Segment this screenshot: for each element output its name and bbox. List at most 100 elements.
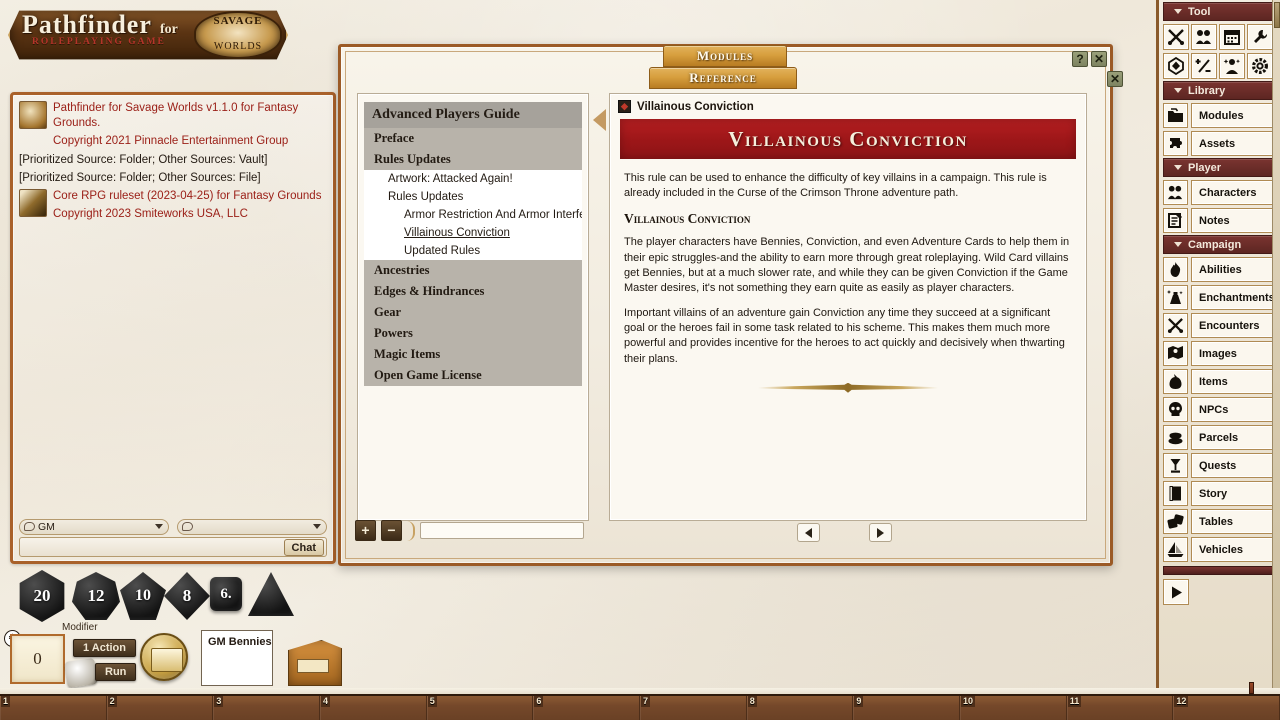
collapse-panel-arrow-icon[interactable] <box>593 109 606 131</box>
tree-item[interactable]: Gear <box>364 302 582 323</box>
sidebar-scrollbar[interactable] <box>1272 0 1280 694</box>
crate-icon[interactable] <box>288 640 342 686</box>
sidebar-item-quests[interactable]: Quests <box>1163 453 1274 478</box>
tab-reference[interactable]: Reference <box>649 67 797 89</box>
sidebar-item-enchantments[interactable]: Enchantments <box>1163 285 1276 310</box>
sidebar-item-label: Abilities <box>1191 257 1274 282</box>
chat-log[interactable]: Pathfinder for Savage Worlds v1.1.0 for … <box>19 101 327 505</box>
tree-item[interactable]: Powers <box>364 323 582 344</box>
run-button[interactable]: Run <box>95 663 137 681</box>
hotbar-slot-12[interactable]: 12 <box>1173 696 1280 720</box>
sidebar-group-label: Tool <box>1188 5 1211 18</box>
sidebar-item-encounters[interactable]: Encounters <box>1163 313 1274 338</box>
hotbar-slot-5[interactable]: 5 <box>427 696 534 720</box>
hotbar-slot-6[interactable]: 6 <box>533 696 641 720</box>
sidebar-group-label: Campaign <box>1188 238 1242 251</box>
hotbar-slot-2[interactable]: 2 <box>107 696 214 720</box>
plus-minus-icon[interactable] <box>1191 53 1217 79</box>
sidebar-item-label: Characters <box>1191 180 1274 205</box>
remove-button[interactable]: − <box>381 520 402 541</box>
sidebar-group-player[interactable]: Player <box>1163 158 1274 177</box>
sidebar-item-images[interactable]: Images <box>1163 341 1274 366</box>
sidebar-item-characters[interactable]: Characters <box>1163 180 1274 205</box>
sidebar-item-vehicles[interactable]: Vehicles <box>1163 537 1274 562</box>
die-d10[interactable]: 10 <box>120 572 166 620</box>
action-button[interactable]: 1 Action <box>73 639 136 657</box>
divider-flourish <box>758 382 938 393</box>
hotbar-slot-9[interactable]: 9 <box>853 696 961 720</box>
help-button[interactable]: ? <box>1072 51 1088 67</box>
tree-item[interactable]: Open Game License <box>364 365 582 386</box>
sidebar-item-assets[interactable]: Assets <box>1163 131 1274 156</box>
mini-dice-icon[interactable] <box>64 658 98 688</box>
book-icon <box>1163 481 1188 506</box>
sidebar-item-parcels[interactable]: Parcels <box>1163 425 1274 450</box>
hotbar-slot-10[interactable]: 10 <box>960 696 1067 720</box>
close-button-secondary[interactable]: ✕ <box>1107 71 1123 87</box>
chat-message-line: Pathfinder for Savage Worlds v1.1.0 for … <box>53 102 299 130</box>
chevron-down-icon <box>1174 88 1182 93</box>
footer-search-input[interactable] <box>420 522 584 539</box>
hotbar-slot-11[interactable]: 11 <box>1067 696 1174 720</box>
bennies-stack[interactable] <box>140 633 188 681</box>
sidebar-group-library[interactable]: Library <box>1163 81 1274 100</box>
hotbar-slot-number: 8 <box>747 696 757 707</box>
chat-input[interactable]: Chat <box>19 537 327 557</box>
party-icon <box>1163 180 1188 205</box>
tree-item[interactable]: Edges & Hindrances <box>364 281 582 302</box>
tree-item[interactable]: Armor Restriction And Armor Interferenc <box>364 206 582 224</box>
sidebar-item-story[interactable]: Story <box>1163 481 1274 506</box>
scrollbar-thumb[interactable] <box>1274 2 1280 28</box>
play-button[interactable] <box>1163 579 1189 605</box>
article-paragraph: The player characters have Bennies, Conv… <box>624 236 1070 294</box>
coins-icon <box>1163 425 1188 450</box>
die-d12[interactable]: 12 <box>72 572 120 620</box>
hotbar-slot-7[interactable]: 7 <box>640 696 747 720</box>
next-page-button[interactable] <box>869 523 892 542</box>
wrench-icon[interactable] <box>1247 24 1273 50</box>
tree-item[interactable]: Magic Items <box>364 344 582 365</box>
close-button[interactable]: ✕ <box>1091 51 1107 67</box>
tab-modules[interactable]: Modules <box>663 45 787 67</box>
tree-item[interactable]: Updated Rules <box>364 242 582 260</box>
identity-selector-secondary[interactable] <box>177 519 327 535</box>
party-icon[interactable] <box>1191 24 1217 50</box>
tree-item[interactable]: Rules Updates <box>364 149 582 170</box>
hotbar-slot-3[interactable]: 3 <box>213 696 321 720</box>
article-body: This rule can be used to enhance the dif… <box>610 159 1086 393</box>
chat-send-button[interactable]: Chat <box>283 539 324 556</box>
hotbar-slot-4[interactable]: 4 <box>320 696 427 720</box>
sidebar-item-tables[interactable]: Tables <box>1163 509 1274 534</box>
tree-item[interactable]: Villainous Conviction <box>364 224 582 242</box>
calendar-icon[interactable] <box>1219 24 1245 50</box>
gear-icon[interactable] <box>1247 53 1273 79</box>
sidebar-group-campaign[interactable]: Campaign <box>1163 235 1274 254</box>
tree-item[interactable]: Preface <box>364 128 582 149</box>
add-button[interactable]: + <box>355 520 376 541</box>
sidebar-item-label: Quests <box>1191 453 1274 478</box>
die-d6[interactable]: 6. <box>210 577 242 611</box>
sidebar-item-npcs[interactable]: NPCs <box>1163 397 1274 422</box>
crossed-swords-icon[interactable] <box>1163 24 1189 50</box>
previous-page-button[interactable] <box>797 523 820 542</box>
effects-icon[interactable] <box>1219 53 1245 79</box>
die-d20[interactable]: 20 <box>19 570 65 622</box>
sidebar-item-label: Modules <box>1191 103 1274 128</box>
modifier-value-box[interactable]: 0 <box>10 634 65 684</box>
polyhedral-die-icon[interactable] <box>1163 53 1189 79</box>
identity-selector-gm[interactable]: GM <box>19 519 169 535</box>
sidebar-item-notes[interactable]: Notes <box>1163 208 1274 233</box>
die-d4[interactable] <box>248 572 294 616</box>
gm-bennies-box[interactable]: GM Bennies <box>201 630 273 686</box>
sidebar-item-abilities[interactable]: Abilities <box>1163 257 1274 282</box>
sidebar-group-tool[interactable]: Tool <box>1163 2 1274 21</box>
app-logo: Pathfinder ROLEPLAYING GAME for SAVAGE W… <box>8 6 288 64</box>
sidebar-item-modules[interactable]: Modules <box>1163 103 1274 128</box>
hotbar-slot-8[interactable]: 8 <box>747 696 854 720</box>
hotbar-slot-1[interactable]: 1 <box>0 696 107 720</box>
tree-item[interactable]: Ancestries <box>364 260 582 281</box>
tree-item[interactable]: Rules Updates <box>364 188 582 206</box>
tree-item[interactable]: Artwork: Attacked Again! <box>364 170 582 188</box>
die-d8[interactable]: 8 <box>164 572 210 620</box>
sidebar-item-items[interactable]: Items <box>1163 369 1274 394</box>
